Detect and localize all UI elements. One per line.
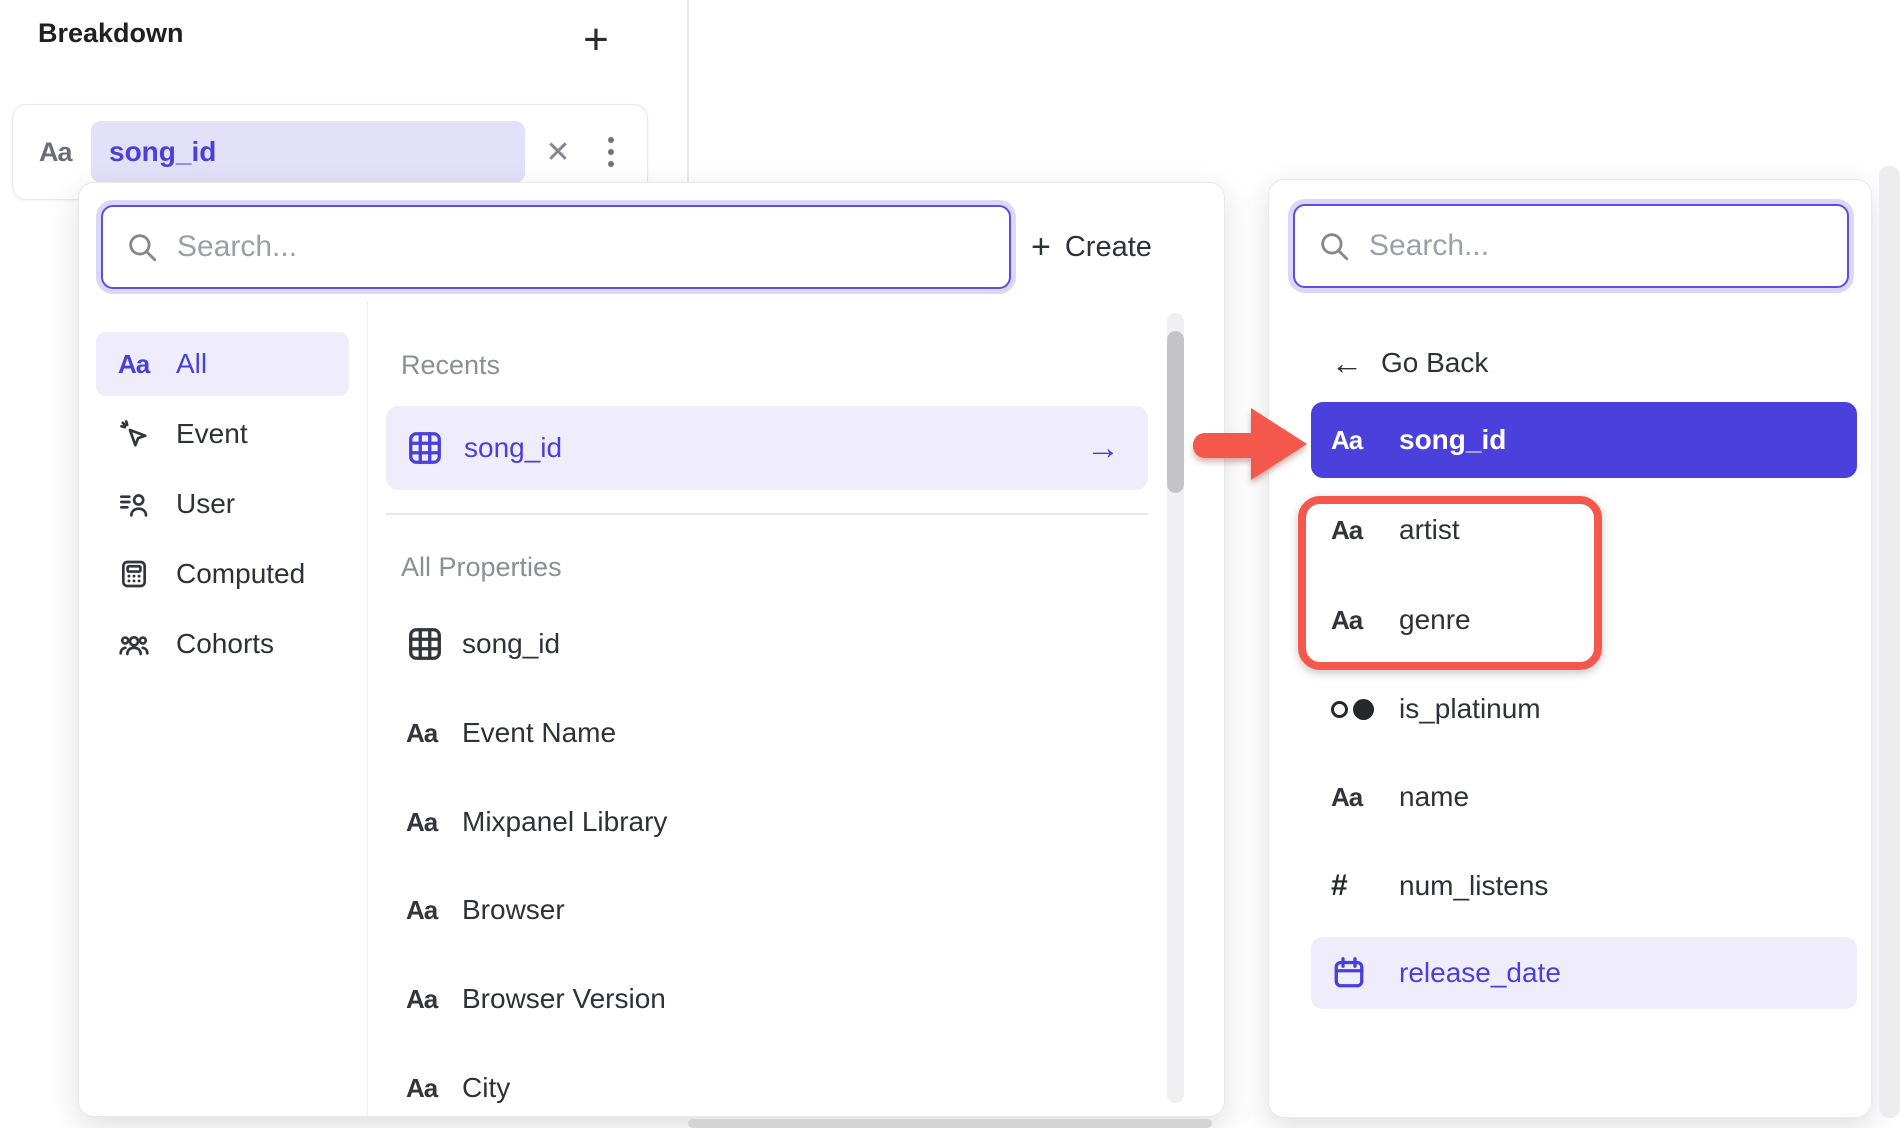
remove-breakdown-icon[interactable]: ✕ <box>541 135 575 170</box>
recent-property-song-id[interactable]: song_id → <box>386 406 1148 490</box>
property-row-genre[interactable]: Aa genre <box>1311 584 1857 656</box>
all-properties-heading: All Properties <box>401 552 562 583</box>
sidebar-item-event[interactable]: Event <box>96 402 349 466</box>
search-input[interactable] <box>177 207 1009 287</box>
aa-icon: Aa <box>406 807 462 838</box>
drill-in-arrow-icon: → <box>1086 429 1120 468</box>
property-row-browser[interactable]: Aa Browser <box>386 874 1148 946</box>
breakdown-property-value: song_id <box>109 136 216 168</box>
property-row-city[interactable]: Aa City <box>386 1052 1148 1124</box>
sidebar-item-cohorts[interactable]: Cohorts <box>96 612 349 676</box>
user-list-icon <box>118 488 156 520</box>
sidebar-item-user[interactable]: User <box>96 472 349 536</box>
plus-icon: + <box>1031 228 1051 267</box>
breakdown-options-kebab-icon[interactable] <box>605 137 617 167</box>
property-row-artist[interactable]: Aa artist <box>1311 494 1857 566</box>
page-scrollbar[interactable] <box>1879 166 1900 1118</box>
aa-icon: Aa <box>1331 782 1399 813</box>
sidebar-item-all[interactable]: Aa All <box>96 332 349 396</box>
boolean-type-icon <box>1331 699 1399 720</box>
property-row-event-name[interactable]: Aa Event Name <box>386 697 1148 769</box>
people-group-icon <box>118 628 156 660</box>
property-row-release-date[interactable]: release_date <box>1311 937 1857 1009</box>
cursor-click-icon <box>118 418 156 450</box>
arrow-left-icon: ← <box>1331 345 1381 382</box>
search-input[interactable] <box>1369 206 1847 286</box>
string-type-icon: Aa <box>39 137 83 168</box>
breakdown-property-pill[interactable]: song_id <box>91 121 525 183</box>
property-type-sidebar: Aa All Event Use <box>79 301 368 1116</box>
section-divider <box>386 513 1148 515</box>
property-row-mixpanel-library[interactable]: Aa Mixpanel Library <box>386 786 1148 858</box>
property-row-browser-version[interactable]: Aa Browser Version <box>386 963 1148 1035</box>
search-box <box>1293 204 1849 288</box>
aa-icon: Aa <box>406 984 462 1015</box>
scrollbar-thumb[interactable] <box>1167 331 1184 493</box>
go-back-button[interactable]: ← Go Back <box>1311 328 1857 398</box>
search-icon <box>125 230 159 264</box>
property-row-name[interactable]: Aa name <box>1311 761 1857 833</box>
breakdown-section-title: Breakdown <box>38 18 184 49</box>
aa-icon: Aa <box>1331 605 1399 636</box>
create-property-button[interactable]: + Create <box>1031 215 1152 279</box>
property-row-song-id[interactable]: song_id <box>386 608 1148 680</box>
property-row-song-id-selected[interactable]: Aa song_id <box>1311 402 1857 478</box>
aa-icon: Aa <box>118 349 156 380</box>
aa-icon: Aa <box>1331 425 1399 456</box>
calendar-icon <box>1331 955 1399 991</box>
add-breakdown-button[interactable]: + <box>574 16 618 64</box>
grid-table-icon <box>406 429 462 467</box>
search-icon <box>1317 229 1351 263</box>
number-type-icon: # <box>1331 869 1399 903</box>
aa-icon: Aa <box>406 1073 462 1104</box>
recents-heading: Recents <box>401 350 500 381</box>
property-values-panel: ← Go Back Aa song_id Aa artist Aa genre … <box>1268 179 1872 1118</box>
grid-table-icon <box>406 625 462 663</box>
panel-divider <box>687 0 689 183</box>
calculator-icon <box>118 558 156 590</box>
aa-icon: Aa <box>406 895 462 926</box>
property-row-num-listens[interactable]: # num_listens <box>1311 850 1857 922</box>
search-box <box>101 205 1011 289</box>
property-picker-panel: + Create Aa All Event <box>78 182 1225 1117</box>
screen: Breakdown + Aa song_id ✕ + Create Aa All <box>0 0 1900 1128</box>
horizontal-scrollbar[interactable] <box>688 1119 1212 1128</box>
aa-icon: Aa <box>406 718 462 749</box>
aa-icon: Aa <box>1331 515 1399 546</box>
sidebar-item-computed[interactable]: Computed <box>96 542 349 606</box>
property-row-is-platinum[interactable]: is_platinum <box>1311 673 1857 745</box>
